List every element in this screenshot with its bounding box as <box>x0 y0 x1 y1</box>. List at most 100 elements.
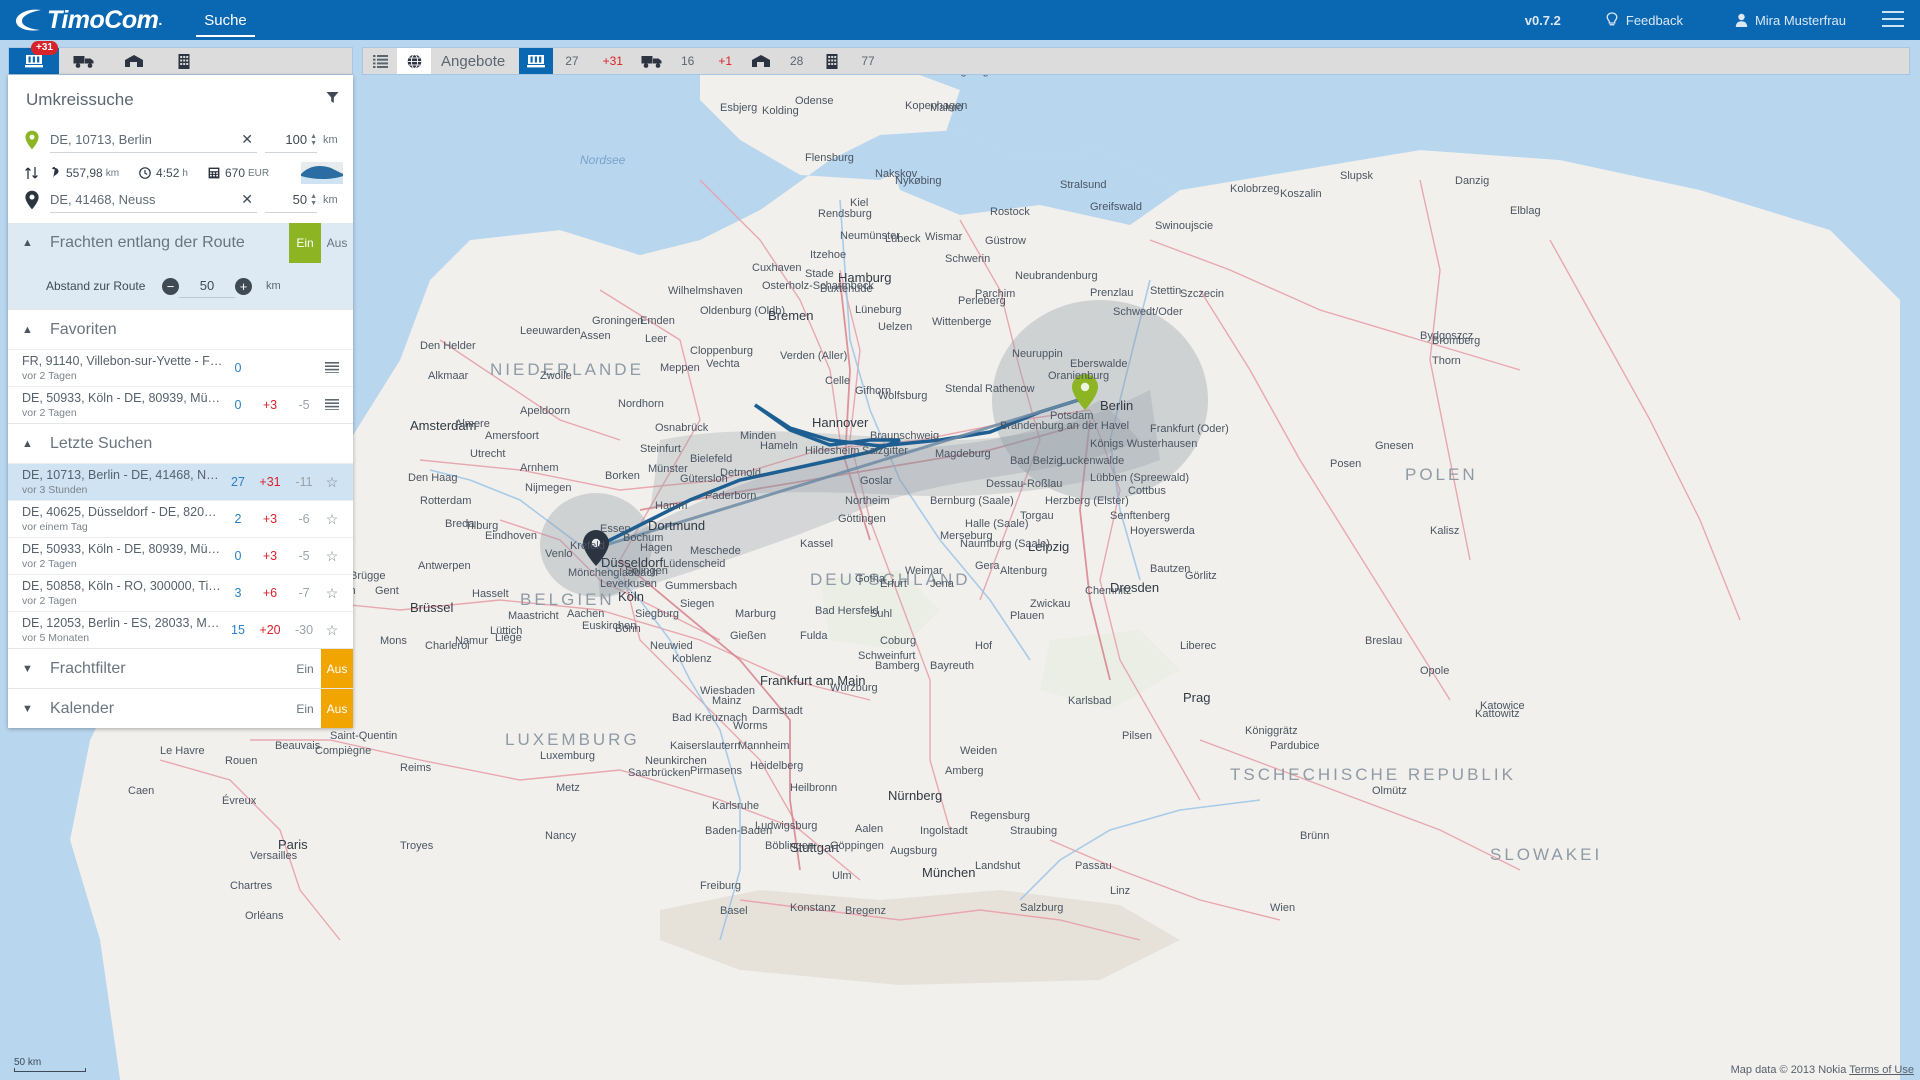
list-item-route: DE, 12053, Berlin - ES, 28033, Madrid <box>22 616 223 630</box>
favorite-star-icon[interactable]: ☆ <box>321 585 343 602</box>
list-item-count: 2 <box>234 512 242 526</box>
stat-duration-value: 4:52 <box>156 166 180 180</box>
list-item-drop: -5 <box>298 549 310 563</box>
results-tab-warehouse[interactable] <box>744 48 778 74</box>
freight-filter-on[interactable]: Ein <box>289 649 321 688</box>
route-toggle-on[interactable]: Ein <box>289 223 321 263</box>
route-section-header[interactable]: ▲ Frachten entlang der Route Ein Aus <box>8 223 353 263</box>
list-item-delta: +20 <box>259 623 281 637</box>
results-label: Angebote <box>441 52 506 70</box>
sidebar-tab-vehicle[interactable] <box>59 48 109 74</box>
origin-clear-icon[interactable]: ✕ <box>237 131 257 148</box>
destination-radius-stepper[interactable]: ▲ ▼ <box>310 193 317 207</box>
warehouse-icon <box>752 55 770 67</box>
list-item-delta: +3 <box>262 512 278 526</box>
building-icon <box>178 53 190 69</box>
list-view-button[interactable] <box>363 48 397 74</box>
results-toolbar: Angebote 27 +31 16 +1 28 77 <box>362 47 1910 75</box>
results-tab-company[interactable] <box>815 48 849 74</box>
results-freight-count: 27 <box>565 54 579 68</box>
origin-input[interactable] <box>50 132 238 147</box>
list-item-delta: +3 <box>262 398 278 412</box>
chevron-up-icon: ▲ <box>22 323 33 336</box>
map-attribution: Map data © 2013 Nokia Terms of Use <box>1731 1064 1914 1076</box>
destination-radius-unit: km <box>323 194 338 206</box>
chevron-up-icon: ▲ <box>22 237 33 249</box>
calendar-off[interactable]: Aus <box>321 689 353 728</box>
results-tab-vehicle[interactable] <box>635 48 669 74</box>
top-header: TimoCom . Suche v0.7.2 Feedback Mira Mus… <box>0 0 1920 40</box>
favorites-list: FR, 91140, Villebon-sur-Yvette - FR, 341… <box>8 349 353 423</box>
route-toggle-off[interactable]: Aus <box>321 223 353 263</box>
filter-funnel-button[interactable] <box>326 91 339 107</box>
list-item[interactable]: FR, 91140, Villebon-sur-Yvette - FR, 341… <box>8 349 353 386</box>
list-item[interactable]: DE, 12053, Berlin - ES, 28033, Madrid vor… <box>8 611 353 648</box>
row-menu-icon[interactable] <box>321 398 343 413</box>
route-distance-value[interactable]: 50 <box>179 274 235 298</box>
list-item[interactable]: DE, 50858, Köln - RO, 300000, Timişoara v… <box>8 574 353 611</box>
swap-direction-icon[interactable] <box>24 165 40 181</box>
results-tab-freight[interactable] <box>519 48 554 74</box>
route-profile-thumb[interactable] <box>301 162 343 184</box>
list-item-drop: -6 <box>298 512 310 526</box>
stat-distance: 557,98 km <box>50 166 119 180</box>
list-item-age: vor 5 Monaten <box>22 632 90 644</box>
list-item-count: 27 <box>231 475 245 489</box>
truck-icon <box>73 56 94 68</box>
freight-filter-header[interactable]: ▼ Frachtfilter Ein Aus <box>8 648 353 688</box>
stat-distance-unit: km <box>105 167 120 179</box>
list-item[interactable]: DE, 50933, Köln - DE, 80939, München vor … <box>8 537 353 574</box>
results-vehicle-count: 16 <box>680 54 695 68</box>
list-item-route: DE, 10713, Berlin - DE, 41468, Neuss <box>22 468 223 482</box>
nav-tab-label: Suche <box>204 12 247 29</box>
favorite-star-icon[interactable]: ☆ <box>321 511 343 528</box>
route-distance-minus[interactable]: − <box>162 277 179 295</box>
route-distance-plus[interactable]: + <box>235 277 252 295</box>
results-freight-delta: +31 <box>602 54 623 68</box>
calendar-header[interactable]: ▼ Kalender Ein Aus <box>8 688 353 728</box>
list-item-age: vor 2 Tagen <box>22 370 77 382</box>
warehouse-icon <box>125 55 143 67</box>
pallet-icon <box>25 55 43 68</box>
destination-clear-icon[interactable]: ✕ <box>237 191 257 208</box>
favorite-star-icon[interactable]: ☆ <box>321 548 343 565</box>
recent-section-header[interactable]: ▲ Letzte Suchen <box>8 423 353 463</box>
list-item[interactable]: DE, 40625, Düsseldorf - DE, 82024, Taufk… <box>8 500 353 537</box>
list-item[interactable]: DE, 10713, Berlin - DE, 41468, Neuss vor … <box>8 463 353 500</box>
route-distance-control: − 50 + km <box>162 274 281 298</box>
sidebar-tab-freight[interactable]: +31 <box>9 41 59 74</box>
destination-row: ✕ ▲▼ km <box>8 189 353 223</box>
sidebar-tab-company[interactable] <box>159 48 209 74</box>
map-view-button[interactable] <box>397 48 431 74</box>
list-item[interactable]: DE, 50933, Köln - DE, 80939, München vor … <box>8 386 353 423</box>
freight-tab-badge: +31 <box>31 41 58 55</box>
building-icon <box>826 53 838 69</box>
results-vehicle-delta: +1 <box>718 54 732 68</box>
favorites-section-header[interactable]: ▲ Favoriten <box>8 309 353 349</box>
calendar-toggle: Ein Aus <box>289 689 353 728</box>
list-item-count: 0 <box>234 549 242 563</box>
freight-filter-off[interactable]: Aus <box>321 649 353 688</box>
brand-logo[interactable]: TimoCom . <box>0 7 162 33</box>
destination-input[interactable] <box>50 192 238 207</box>
terms-of-use-link[interactable]: Terms of Use <box>1849 1064 1914 1076</box>
destination-radius-input[interactable] <box>271 192 308 207</box>
sidebar-type-tabs: +31 <box>8 41 353 75</box>
feedback-button[interactable]: Feedback <box>1605 12 1683 28</box>
list-item-main: DE, 12053, Berlin - ES, 28033, Madrid vor… <box>22 616 223 644</box>
origin-radius-stepper[interactable]: ▲ ▼ <box>310 133 317 147</box>
menu-icon[interactable] <box>1882 11 1904 32</box>
sidebar-tab-warehouse[interactable] <box>109 48 159 74</box>
origin-field-wrap: ✕ <box>50 127 257 153</box>
nav-tab-suche[interactable]: Suche <box>196 3 255 37</box>
user-menu[interactable]: Mira Musterfrau <box>1735 13 1846 28</box>
header-right-group: v0.7.2 Feedback Mira Musterfrau <box>1525 12 1920 28</box>
calendar-on[interactable]: Ein <box>289 689 321 728</box>
row-menu-icon[interactable] <box>321 361 343 376</box>
origin-radius-input[interactable] <box>271 132 308 147</box>
favorite-star-icon[interactable]: ☆ <box>321 622 343 639</box>
brand-dot: . <box>158 12 163 28</box>
user-name: Mira Musterfrau <box>1754 12 1846 28</box>
stat-cost-value: 670 <box>224 166 245 180</box>
favorite-star-icon[interactable]: ☆ <box>321 474 343 491</box>
